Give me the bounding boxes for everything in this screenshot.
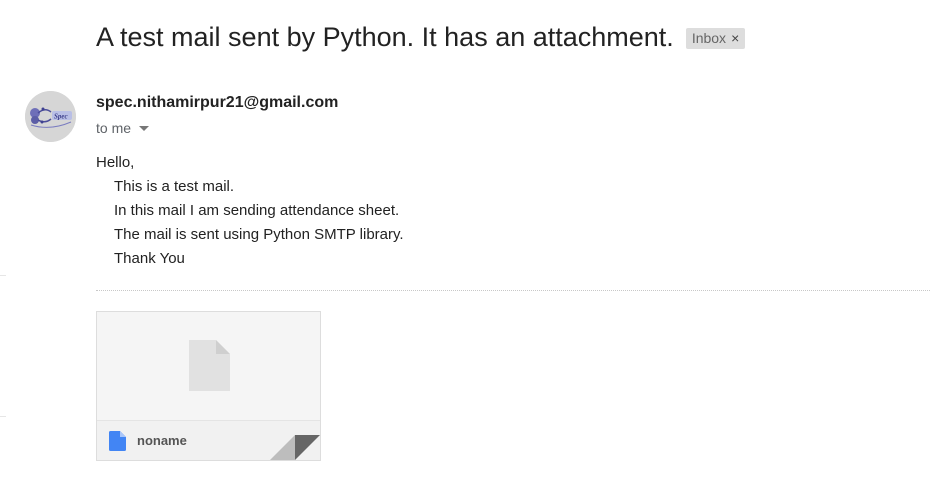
email-view: A test mail sent by Python. It has an at… <box>0 0 930 493</box>
attachment-name: noname <box>137 433 187 448</box>
page-fold-corner <box>270 435 320 460</box>
body-line: Hello, <box>96 154 135 171</box>
edge-divider <box>0 416 6 417</box>
attachment-divider <box>96 290 930 291</box>
edge-divider <box>0 275 6 276</box>
svg-text:Spec: Spec <box>54 113 68 121</box>
attachment-card[interactable]: noname <box>96 311 321 461</box>
label-chip-inbox[interactable]: Inbox × <box>685 28 746 49</box>
body-line: In this mail I am sending attendance she… <box>114 202 400 219</box>
email-subject: A test mail sent by Python. It has an at… <box>96 22 674 52</box>
file-icon <box>109 431 126 451</box>
file-preview-icon <box>189 340 230 391</box>
body-line: The mail is sent using Python SMTP libra… <box>114 226 404 243</box>
attachment-preview[interactable] <box>97 312 320 420</box>
remove-label-icon[interactable]: × <box>731 28 739 49</box>
email-body: Hello, This is a test mail. In this mail… <box>96 153 404 273</box>
recipient-text: to me <box>96 120 132 136</box>
sender-avatar[interactable]: Spec <box>25 91 76 142</box>
recipient-details-caret-icon[interactable] <box>139 125 150 131</box>
subject-row: A test mail sent by Python. It has an at… <box>96 22 746 53</box>
body-line: Thank You <box>114 250 185 267</box>
body-line: This is a test mail. <box>114 178 235 195</box>
label-chip-text: Inbox <box>691 30 727 46</box>
sender-avatar-logo: Spec <box>25 91 76 142</box>
recipient-row[interactable]: to me <box>96 120 150 136</box>
sender-email[interactable]: spec.nithamirpur21@gmail.com <box>96 94 338 112</box>
